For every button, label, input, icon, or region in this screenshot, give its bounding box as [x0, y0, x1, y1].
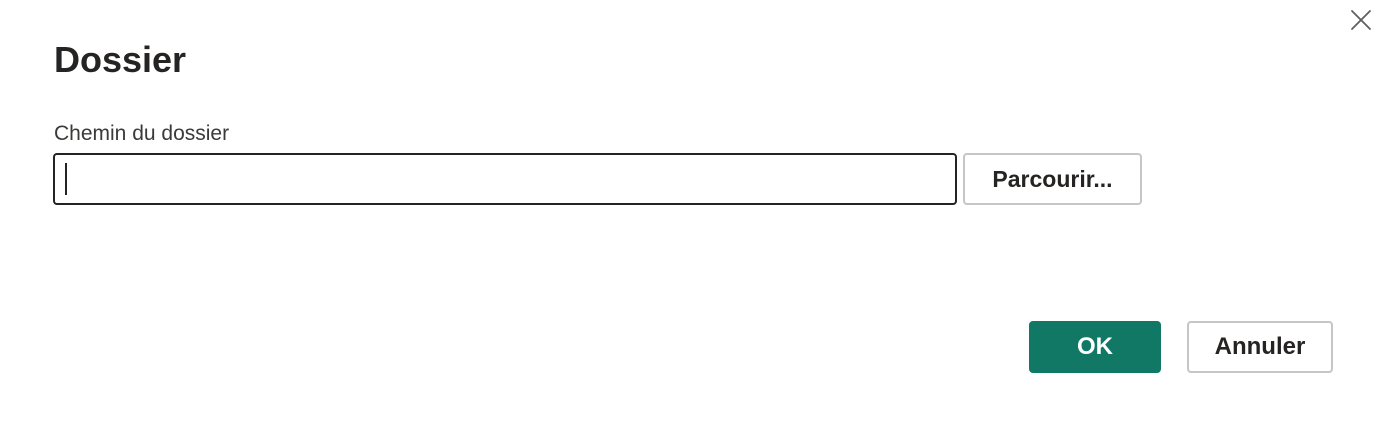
text-caret: [65, 163, 67, 195]
folder-path-label: Chemin du dossier: [54, 122, 230, 145]
close-icon: [1351, 10, 1371, 30]
dialog-title: Dossier: [54, 39, 187, 80]
folder-dialog: Dossier Chemin du dossier Parcourir... O…: [0, 0, 1386, 428]
browse-button[interactable]: Parcourir...: [963, 153, 1142, 205]
ok-button[interactable]: OK: [1029, 321, 1161, 373]
cancel-button[interactable]: Annuler: [1187, 321, 1333, 373]
close-button[interactable]: [1345, 4, 1377, 36]
folder-path-input[interactable]: [53, 153, 957, 205]
